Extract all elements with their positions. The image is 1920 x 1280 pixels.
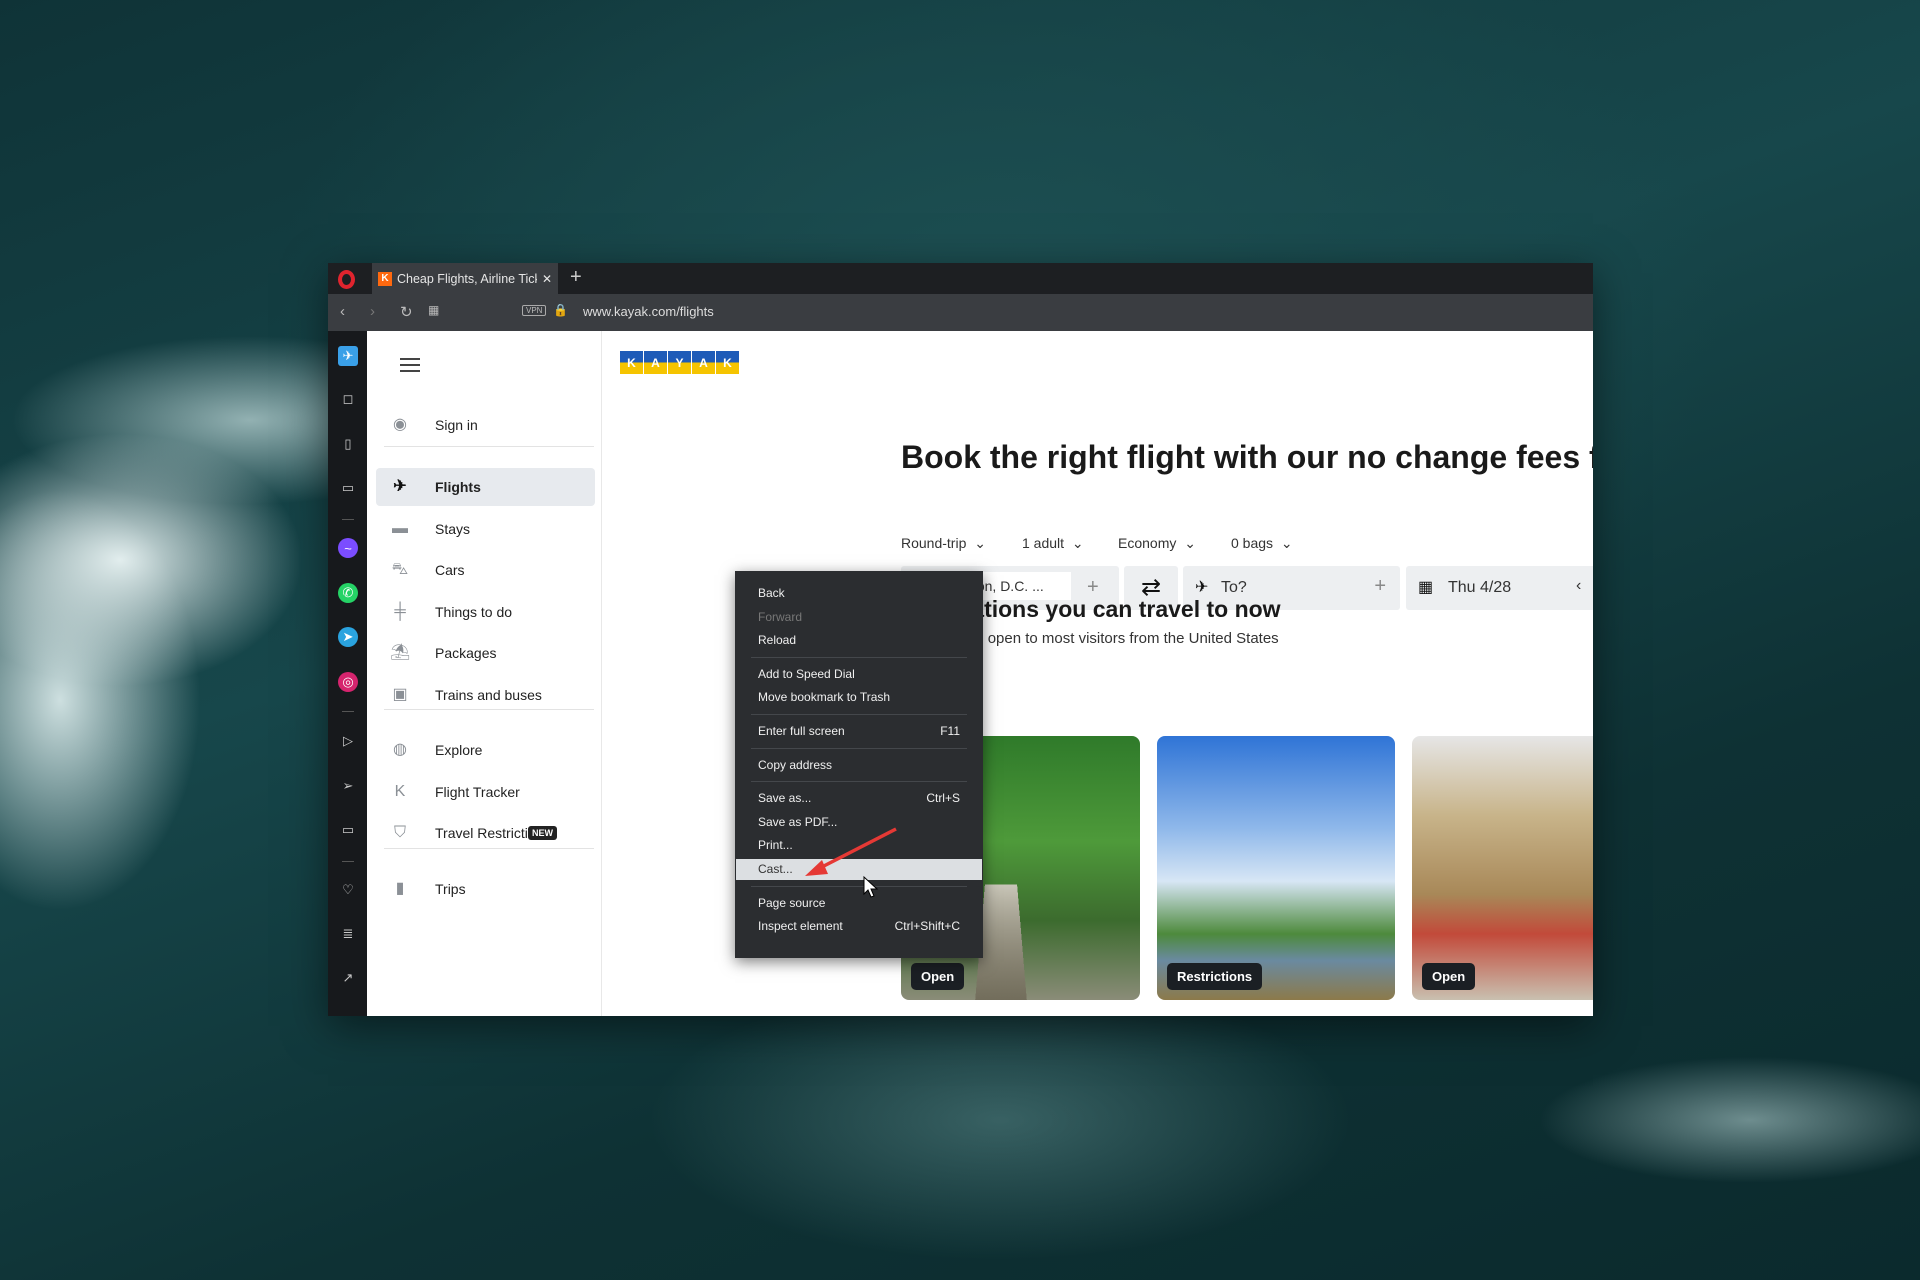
red-arrow-head <box>805 860 828 876</box>
annotation-overlay <box>805 827 897 898</box>
mouse-cursor-icon <box>863 875 879 898</box>
red-arrow <box>817 827 897 871</box>
